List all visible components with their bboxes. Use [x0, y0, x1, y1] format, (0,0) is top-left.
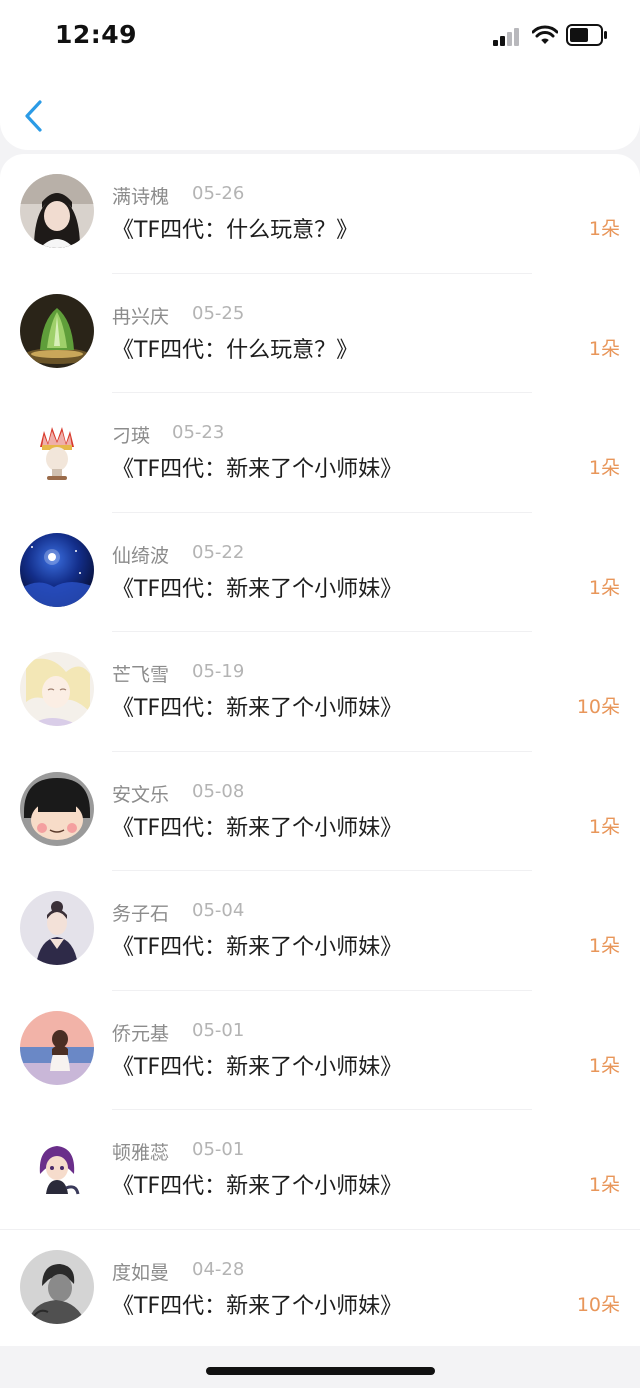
record-date: 05-08 [192, 780, 245, 802]
user-avatar[interactable] [20, 174, 94, 248]
user-name: 芒飞雪 [112, 664, 170, 686]
record-date: 05-26 [192, 183, 245, 204]
flower-count: 1朵 [588, 815, 620, 838]
flower-count: 1朵 [588, 1174, 620, 1196]
user-avatar[interactable] [20, 293, 94, 368]
record-date: 05-04 [192, 900, 245, 921]
cellular-signal-icon [493, 26, 523, 46]
home-indicator[interactable] [206, 1367, 435, 1375]
list-item[interactable]: 度如曼 04-28 《TF四代：新来了个小师妹》 10朵 [0, 1230, 640, 1350]
user-name: 满诗槐 [112, 186, 170, 208]
record-date: 04-28 [192, 1258, 245, 1280]
list-item[interactable]: 冉兴庆 05-25 《TF四代：什么玩意？》 1朵 [0, 274, 640, 393]
user-avatar[interactable] [20, 652, 94, 726]
book-title: 《TF四代：新来了个小师妹》 [112, 935, 403, 960]
user-avatar[interactable] [20, 891, 94, 965]
wifi-icon [531, 25, 559, 45]
user-avatar[interactable] [20, 1010, 94, 1085]
header-bar: 12:49 [0, 0, 640, 150]
book-title: 《TF四代：新来了个小师妹》 [112, 576, 403, 602]
flower-count: 1朵 [588, 337, 620, 360]
user-name: 顿雅蕊 [112, 1142, 170, 1164]
chevron-left-icon [25, 100, 42, 132]
book-title: 《TF四代：什么玩意？》 [112, 218, 359, 243]
book-title: 《TF四代：新来了个小师妹》 [112, 457, 403, 482]
flower-count: 1朵 [588, 935, 620, 957]
flower-count: 1朵 [588, 1054, 620, 1077]
book-title: 《TF四代：新来了个小师妹》 [112, 1293, 403, 1319]
book-title: 《TF四代：新来了个小师妹》 [112, 1054, 403, 1080]
list-item[interactable]: 侨元基 05-01 《TF四代：新来了个小师妹》 1朵 [0, 991, 640, 1110]
status-bar: 12:49 [0, 0, 640, 70]
book-title: 《TF四代：新来了个小师妹》 [112, 815, 403, 841]
record-date: 05-25 [192, 302, 245, 324]
book-title: 《TF四代：什么玩意？》 [112, 337, 359, 363]
book-title: 《TF四代：新来了个小师妹》 [112, 696, 403, 721]
record-date: 05-22 [192, 541, 245, 563]
record-date: 05-01 [192, 1139, 245, 1160]
record-date: 05-23 [172, 422, 225, 443]
flower-count: 1朵 [588, 218, 620, 240]
user-avatar[interactable] [20, 532, 94, 607]
user-name: 刁瑛 [112, 425, 151, 447]
flower-record-list: 满诗槐 05-26 《TF四代：什么玩意？》 1朵 冉兴庆 05-25 《TF四… [0, 154, 640, 1346]
user-name: 侨元基 [112, 1022, 170, 1045]
book-title: 《TF四代：新来了个小师妹》 [112, 1174, 403, 1199]
user-avatar[interactable] [20, 413, 94, 487]
flower-count: 10朵 [576, 1293, 620, 1316]
user-name: 冉兴庆 [112, 305, 170, 328]
user-name: 安文乐 [112, 783, 170, 806]
user-name: 度如曼 [112, 1261, 170, 1284]
back-button[interactable] [18, 96, 54, 136]
flower-count: 1朵 [588, 457, 620, 479]
user-avatar[interactable] [20, 1130, 94, 1204]
battery-icon [566, 24, 608, 46]
list-item[interactable]: 务子石 05-04 《TF四代：新来了个小师妹》 1朵 [0, 871, 640, 991]
flower-count: 1朵 [588, 576, 620, 599]
user-avatar[interactable] [20, 1249, 94, 1324]
user-avatar[interactable] [20, 771, 94, 846]
user-name: 务子石 [112, 903, 170, 925]
status-time: 12:49 [55, 20, 138, 49]
flower-count: 10朵 [576, 696, 620, 718]
list-item[interactable]: 仙绮波 05-22 《TF四代：新来了个小师妹》 1朵 [0, 513, 640, 632]
list-item[interactable]: 芒飞雪 05-19 《TF四代：新来了个小师妹》 10朵 [0, 632, 640, 752]
record-date: 05-19 [192, 661, 245, 682]
list-item[interactable]: 安文乐 05-08 《TF四代：新来了个小师妹》 1朵 [0, 752, 640, 871]
record-date: 05-01 [192, 1019, 245, 1041]
list-item[interactable]: 顿雅蕊 05-01 《TF四代：新来了个小师妹》 1朵 [0, 1110, 640, 1230]
user-name: 仙绮波 [112, 544, 170, 567]
list-item[interactable]: 满诗槐 05-26 《TF四代：什么玩意？》 1朵 [0, 154, 640, 274]
list-item[interactable]: 刁瑛 05-23 《TF四代：新来了个小师妹》 1朵 [0, 393, 640, 513]
